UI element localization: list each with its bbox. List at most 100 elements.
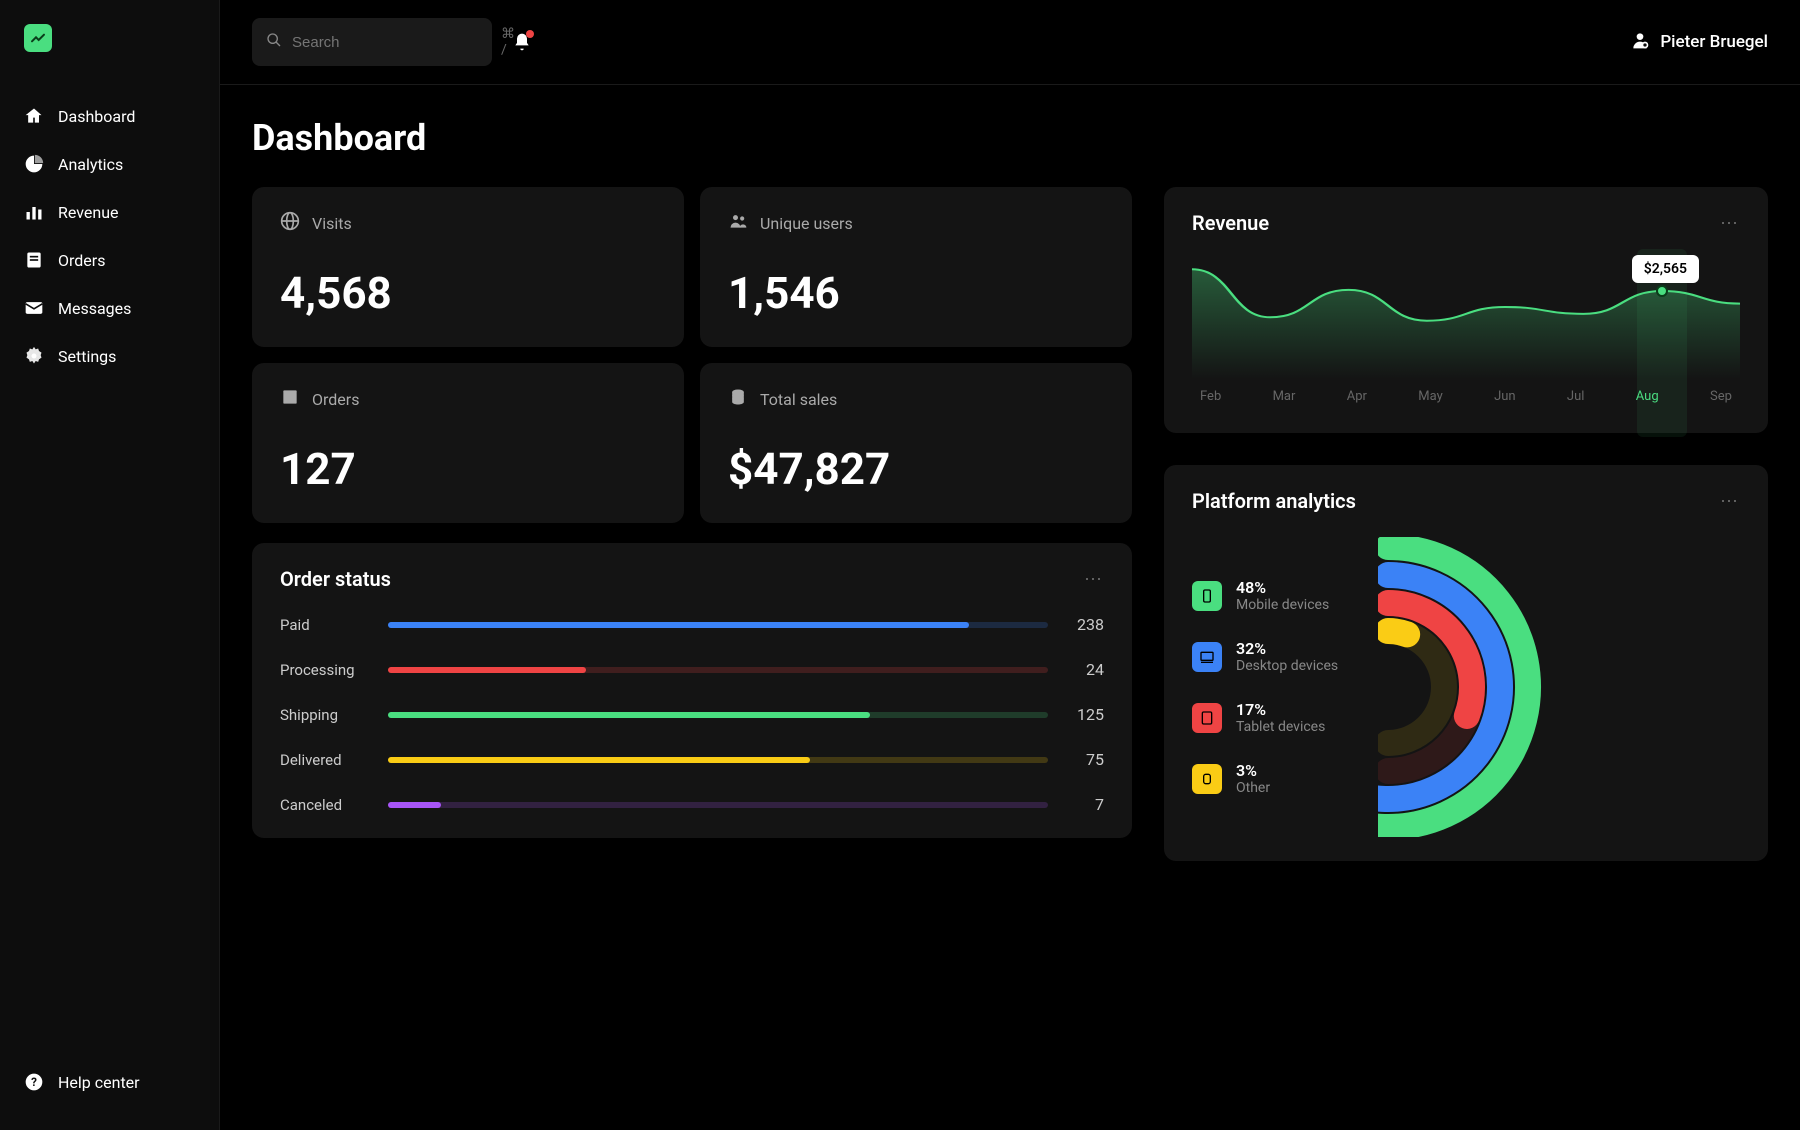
- topbar: ⌘ / Pieter Bruegel: [220, 0, 1800, 85]
- revenue-month-label: Jul: [1567, 389, 1585, 404]
- page-title: Dashboard: [252, 117, 1768, 159]
- platform-icon: [1192, 642, 1222, 672]
- search-icon: [266, 32, 282, 52]
- help-icon: ?: [24, 1072, 44, 1092]
- order-label: Paid: [280, 616, 372, 634]
- card-title: Platform analytics: [1192, 489, 1356, 513]
- revenue-dot: [1656, 285, 1668, 297]
- search-input[interactable]: [292, 34, 491, 51]
- order-bar: [388, 667, 1048, 673]
- sidebar-item-label: Messages: [58, 299, 131, 318]
- sidebar-item-settings[interactable]: Settings: [0, 332, 219, 380]
- more-button[interactable]: ⋯: [1720, 491, 1740, 512]
- revenue-chart: $2,565 FebMarAprMayJunJulAugSep: [1192, 259, 1740, 409]
- globe-icon: [280, 211, 300, 235]
- sidebar-item-orders[interactable]: Orders: [0, 236, 219, 284]
- platform-item: 48% Mobile devices: [1192, 578, 1338, 613]
- sidebar-nav: Dashboard Analytics Revenue Orders Messa…: [0, 92, 219, 1058]
- user-menu[interactable]: Pieter Bruegel: [1630, 30, 1768, 55]
- notifications-button[interactable]: [512, 32, 532, 52]
- stat-value: 4,568: [280, 267, 656, 319]
- user-icon: [1630, 30, 1650, 55]
- stat-value: 127: [280, 443, 656, 495]
- stat-value: 1,546: [728, 267, 1104, 319]
- platform-pct: 3%: [1236, 761, 1270, 780]
- order-value: 7: [1064, 795, 1104, 814]
- order-status-row: Processing 24: [280, 660, 1104, 679]
- stat-label: Orders: [312, 390, 359, 409]
- revenue-month-label: Sep: [1710, 389, 1732, 404]
- sidebar-item-label: Orders: [58, 251, 105, 270]
- stat-card-total-sales: Total sales $47,827: [700, 363, 1132, 523]
- stat-label: Visits: [312, 214, 352, 233]
- stat-label: Total sales: [760, 390, 837, 409]
- platform-pct: 48%: [1236, 578, 1329, 597]
- sidebar-item-label: Dashboard: [58, 107, 135, 126]
- user-name: Pieter Bruegel: [1660, 32, 1768, 52]
- platform-icon: [1192, 764, 1222, 794]
- order-value: 24: [1064, 660, 1104, 679]
- sidebar: Dashboard Analytics Revenue Orders Messa…: [0, 0, 220, 1130]
- revenue-card: Revenue ⋯ $2,565 FebMarAprMayJunJulAugSe…: [1164, 187, 1768, 433]
- order-status-row: Paid 238: [280, 615, 1104, 634]
- sidebar-item-label: Settings: [58, 347, 116, 366]
- bar-chart-icon: [24, 202, 44, 222]
- orders-icon: [24, 250, 44, 270]
- order-value: 238: [1064, 615, 1104, 634]
- platform-radial-chart: [1378, 537, 1548, 837]
- order-bar: [388, 757, 1048, 763]
- revenue-month-label: Mar: [1273, 389, 1296, 404]
- platform-label: Desktop devices: [1236, 658, 1338, 674]
- order-value: 125: [1064, 705, 1104, 724]
- help-center-link[interactable]: ? Help center: [0, 1058, 219, 1106]
- users-icon: [728, 211, 748, 235]
- platform-pct: 32%: [1236, 639, 1338, 658]
- order-value: 75: [1064, 750, 1104, 769]
- pie-chart-icon: [24, 154, 44, 174]
- platform-analytics-card: Platform analytics ⋯ 48% Mobile devices: [1164, 465, 1768, 861]
- search-box[interactable]: ⌘ /: [252, 18, 492, 66]
- revenue-month-label: Jun: [1494, 389, 1516, 404]
- stat-label: Unique users: [760, 214, 853, 233]
- sidebar-item-label: Revenue: [58, 203, 119, 222]
- sidebar-item-analytics[interactable]: Analytics: [0, 140, 219, 188]
- card-title: Revenue: [1192, 211, 1269, 235]
- svg-text:?: ?: [31, 1075, 37, 1089]
- stat-card-visits: Visits 4,568: [252, 187, 684, 347]
- order-status-card: Order status ⋯ Paid 238 Processing 24 Sh…: [252, 543, 1132, 838]
- more-button[interactable]: ⋯: [1084, 569, 1104, 590]
- platform-label: Other: [1236, 780, 1270, 796]
- stat-value: $47,827: [728, 443, 1104, 495]
- order-status-row: Delivered 75: [280, 750, 1104, 769]
- order-label: Delivered: [280, 751, 372, 769]
- platform-icon: [1192, 703, 1222, 733]
- sidebar-item-dashboard[interactable]: Dashboard: [0, 92, 219, 140]
- stat-card-orders: Orders 127: [252, 363, 684, 523]
- order-status-row: Canceled 7: [280, 795, 1104, 814]
- order-bar: [388, 622, 1048, 628]
- platform-item: 3% Other: [1192, 761, 1338, 796]
- platform-icon: [1192, 581, 1222, 611]
- revenue-tooltip: $2,565: [1632, 255, 1699, 283]
- order-status-row: Shipping 125: [280, 705, 1104, 724]
- app-logo: [24, 24, 52, 52]
- card-title: Order status: [280, 567, 391, 591]
- bell-icon: [512, 32, 532, 52]
- order-label: Canceled: [280, 796, 372, 814]
- home-icon: [24, 106, 44, 126]
- revenue-month-label: May: [1418, 389, 1442, 404]
- revenue-month-label: Feb: [1200, 389, 1221, 404]
- mail-icon: [24, 298, 44, 318]
- sidebar-item-revenue[interactable]: Revenue: [0, 188, 219, 236]
- stat-card-unique-users: Unique users 1,546: [700, 187, 1132, 347]
- platform-pct: 17%: [1236, 700, 1325, 719]
- more-button[interactable]: ⋯: [1720, 213, 1740, 234]
- order-bar: [388, 802, 1048, 808]
- sidebar-item-messages[interactable]: Messages: [0, 284, 219, 332]
- order-label: Processing: [280, 661, 372, 679]
- order-label: Shipping: [280, 706, 372, 724]
- revenue-month-label: Apr: [1347, 389, 1367, 404]
- sidebar-item-label: Analytics: [58, 155, 123, 174]
- platform-item: 32% Desktop devices: [1192, 639, 1338, 674]
- gear-icon: [24, 346, 44, 366]
